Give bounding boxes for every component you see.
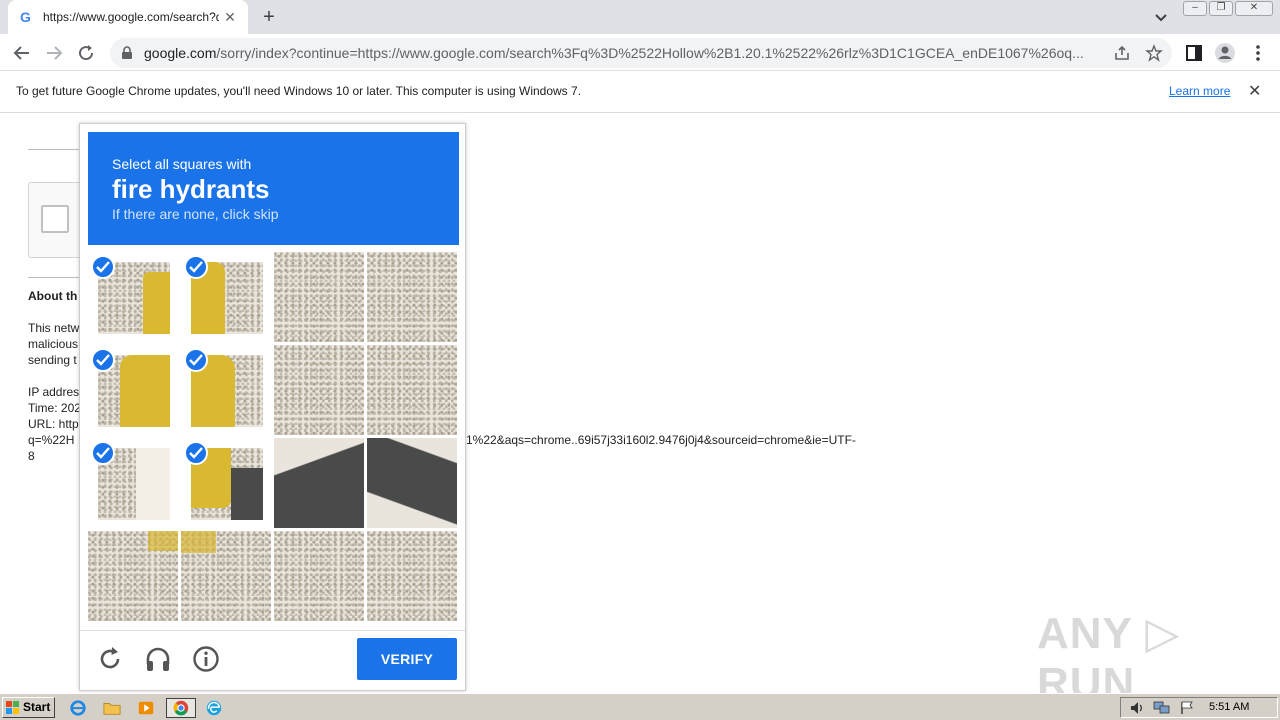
file-explorer-folder-icon[interactable]: [100, 698, 124, 718]
verify-button[interactable]: VERIFY: [357, 638, 457, 680]
share-icon[interactable]: [1113, 44, 1131, 62]
tab-title: https://www.google.com/search?q=: [43, 10, 219, 24]
infobar-close-icon[interactable]: ✕: [1248, 81, 1261, 101]
start-button[interactable]: Start: [2, 697, 55, 718]
time-label: Time: 202: [28, 401, 81, 415]
skip-hint: If there are none, click skip: [112, 206, 279, 222]
grid-tile[interactable]: [274, 252, 364, 342]
browser-toolbar: google.com/sorry/index?continue=https://…: [0, 34, 1280, 71]
taskbar-clock: 5:51 AM: [1209, 701, 1250, 713]
selected-check-icon: [184, 348, 208, 372]
grid-tile[interactable]: [367, 531, 457, 621]
tab-strip: G https://www.google.com/search?q= ✕ + –…: [0, 0, 1280, 34]
ip-address-label: IP addres: [28, 385, 80, 399]
update-infobar: To get future Google Chrome updates, you…: [0, 71, 1280, 113]
start-label: Start: [23, 700, 51, 714]
forward-arrow-icon[interactable]: [42, 41, 66, 65]
url-label: URL: http: [28, 417, 79, 431]
grid-tile[interactable]: [181, 345, 271, 435]
selected-check-icon: [184, 255, 208, 279]
selected-check-icon: [91, 348, 115, 372]
url-value-right: 1%22&aqs=chrome..69i57j33i160l2.9476j0j4…: [466, 433, 856, 447]
internet-explorer-icon[interactable]: [66, 698, 90, 718]
selected-check-icon: [184, 441, 208, 465]
system-tray: [1120, 697, 1278, 718]
browser-tab[interactable]: G https://www.google.com/search?q= ✕: [8, 0, 248, 34]
reload-icon[interactable]: [74, 41, 98, 65]
infobar-message: To get future Google Chrome updates, you…: [16, 84, 582, 98]
restore-button[interactable]: ❐: [1209, 1, 1233, 16]
grid-tile[interactable]: [367, 438, 457, 528]
reload-challenge-icon[interactable]: [95, 644, 125, 674]
windows-taskbar: Start 5:51 AM: [0, 693, 1280, 720]
about-para-line: This netw: [28, 321, 80, 335]
grid-tile[interactable]: [274, 438, 364, 528]
grid-tile[interactable]: [367, 345, 457, 435]
volume-icon[interactable]: [1129, 701, 1145, 715]
url-value-left: q=%22H: [28, 433, 75, 447]
action-center-flag-icon[interactable]: [1179, 701, 1195, 715]
challenge-header: Select all squares with fire hydrants If…: [88, 132, 459, 245]
google-favicon-icon: G: [20, 9, 31, 25]
url-text: google.com/sorry/index?continue=https://…: [144, 45, 1099, 61]
info-icon[interactable]: [191, 644, 221, 674]
media-player-icon[interactable]: [134, 698, 158, 718]
grid-tile[interactable]: [181, 252, 271, 342]
grid-tile[interactable]: [88, 252, 178, 342]
selected-check-icon: [91, 255, 115, 279]
minimize-button[interactable]: –: [1183, 1, 1207, 16]
grid-tile[interactable]: [274, 531, 364, 621]
challenge-target: fire hydrants: [112, 174, 270, 204]
network-icon[interactable]: [1153, 701, 1171, 715]
grid-tile[interactable]: [181, 531, 271, 621]
url-path: /sorry/index?continue=https://www.google…: [216, 45, 1084, 61]
grid-tile[interactable]: [367, 252, 457, 342]
url-host: google.com: [144, 45, 217, 61]
about-heading: About th: [28, 289, 78, 303]
profile-avatar-icon[interactable]: [1213, 41, 1237, 65]
footer-divider: [80, 630, 465, 631]
svg-text:G: G: [20, 9, 31, 25]
menu-kebab-icon[interactable]: [1246, 41, 1270, 65]
back-arrow-icon[interactable]: [10, 41, 34, 65]
lock-icon[interactable]: [120, 46, 134, 60]
selected-check-icon: [91, 441, 115, 465]
learn-more-link[interactable]: Learn more: [1169, 84, 1230, 98]
new-tab-button[interactable]: +: [258, 6, 280, 28]
url-value-end: 8: [28, 449, 35, 463]
instruction-text: Select all squares with: [112, 156, 252, 172]
grid-tile[interactable]: [274, 345, 364, 435]
side-panel-icon[interactable]: [1182, 41, 1206, 65]
audio-challenge-headphones-icon[interactable]: [143, 644, 173, 674]
window-close-button[interactable]: ✕: [1235, 1, 1273, 16]
address-bar[interactable]: google.com/sorry/index?continue=https://…: [110, 38, 1172, 68]
chrome-taskbar-icon[interactable]: [166, 698, 196, 718]
about-para-line: malicious: [28, 337, 79, 351]
tab-search-chevron-icon[interactable]: [1152, 8, 1170, 26]
edge-icon[interactable]: [202, 698, 226, 718]
image-grid: [88, 252, 459, 622]
recaptcha-checkbox[interactable]: [41, 205, 69, 233]
tab-close-icon[interactable]: ✕: [222, 9, 238, 26]
recaptcha-challenge: Select all squares with fire hydrants If…: [79, 123, 466, 691]
bookmark-star-icon[interactable]: [1145, 44, 1163, 62]
windows-logo-icon: [6, 701, 19, 714]
about-para-line: sending t: [28, 353, 77, 367]
grid-tile[interactable]: [88, 438, 178, 528]
grid-tile[interactable]: [88, 345, 178, 435]
grid-tile[interactable]: [88, 531, 178, 621]
grid-tile[interactable]: [181, 438, 271, 528]
